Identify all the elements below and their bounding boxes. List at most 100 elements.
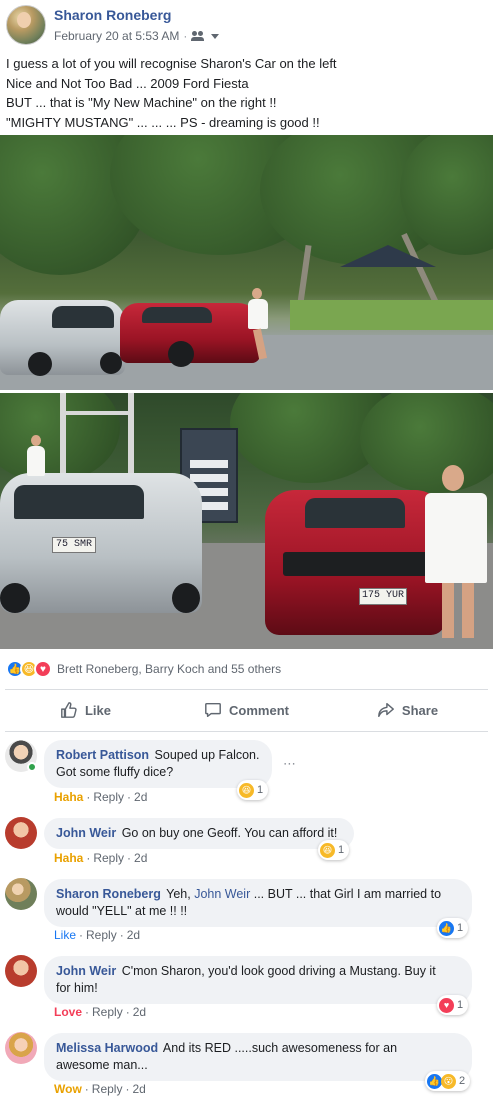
comment-reaction-badge[interactable]: ♥ 1	[437, 995, 469, 1015]
comment-text: Souped up Falcon.	[154, 748, 260, 762]
commenter-avatar[interactable]	[5, 817, 37, 849]
reaction-icons: 👍 😆 ♥	[6, 660, 52, 678]
comment-meta: Haha · Reply · 2d	[54, 790, 148, 804]
comment-time[interactable]: 2d	[127, 928, 140, 942]
mention-link[interactable]: John Weir	[194, 887, 250, 901]
car-window	[142, 307, 212, 323]
my-reaction-button[interactable]: Haha	[54, 790, 83, 804]
comment-reaction-badge[interactable]: 👍 😮 2	[425, 1071, 471, 1091]
commenter-name[interactable]: Sharon Roneberg	[56, 887, 161, 901]
red-mustang: 175 YUR	[265, 490, 445, 635]
my-reaction-button[interactable]: Like	[54, 928, 76, 942]
comment-icon	[205, 702, 221, 718]
reactions-summary-text[interactable]: Brett Roneberg, Barry Koch and 55 others	[57, 662, 281, 676]
commenter-name[interactable]: Robert Pattison	[56, 748, 149, 762]
silver-car	[0, 300, 125, 376]
silver-car: 75 SMR	[0, 473, 202, 613]
action-bar: Like Comment Share	[5, 692, 488, 728]
wow-icon: 😮	[441, 1073, 456, 1089]
person-legs	[442, 583, 454, 638]
reply-button[interactable]: Reply	[93, 851, 124, 865]
comment-text: would "YELL" at me !! !!	[56, 904, 188, 918]
like-icon: 👍	[427, 1073, 442, 1089]
car-wheel	[168, 341, 194, 367]
like-button[interactable]: Like	[5, 692, 166, 728]
reply-button[interactable]: Reply	[92, 1005, 123, 1019]
comment-time[interactable]: 2d	[133, 1005, 146, 1019]
comment-text: Go on buy one Geoff. You can afford it!	[121, 826, 338, 840]
reaction-count: 1	[457, 922, 464, 934]
like-label: Like	[84, 702, 111, 718]
fence-rail	[60, 411, 134, 415]
post-header: Sharon Roneberg February 20 at 5:53 AM ·	[0, 0, 493, 50]
comment-bubble: John Weir Go on buy one Geoff. You can a…	[44, 818, 354, 849]
grass-area	[290, 300, 493, 330]
comment-label: Comment	[229, 702, 289, 718]
car-wheel	[0, 583, 30, 613]
car-window	[14, 485, 144, 519]
comment-time[interactable]: 2d	[132, 1082, 145, 1096]
commenter-name[interactable]: Melissa Harwood	[56, 1041, 158, 1055]
sign-line	[190, 460, 228, 468]
thumbs-up-icon	[61, 702, 77, 718]
reaction-count: 1	[338, 844, 345, 856]
car-wheel	[100, 352, 122, 374]
like-icon: 👍	[439, 920, 454, 936]
reply-button[interactable]: Reply	[92, 1082, 123, 1096]
my-reaction-button[interactable]: Love	[54, 1005, 82, 1019]
post-timestamp[interactable]: February 20 at 5:53 AM	[54, 29, 179, 43]
post-author[interactable]: Sharon Roneberg	[54, 7, 171, 23]
person-head	[31, 435, 41, 446]
comment-reaction-badge[interactable]: 😆 1	[318, 840, 350, 860]
online-indicator-icon	[27, 762, 37, 772]
comment-bubble: Sharon Roneberg Yeh, John Weir ... BUT .…	[44, 879, 472, 927]
reply-button[interactable]: Reply	[93, 790, 124, 804]
reactions-summary[interactable]: 👍 😆 ♥ Brett Roneberg, Barry Koch and 55 …	[6, 659, 281, 679]
comment-time[interactable]: 2d	[134, 790, 147, 804]
share-button[interactable]: Share	[327, 692, 488, 728]
post-photo-2[interactable]: 75 SMR 175 YUR	[0, 393, 493, 649]
haha-icon: 😆	[320, 842, 335, 858]
comment-time[interactable]: 2d	[134, 851, 147, 865]
car-window	[52, 306, 114, 328]
my-reaction-button[interactable]: Wow	[54, 1082, 82, 1096]
commenter-avatar[interactable]	[5, 955, 37, 987]
car-wheel	[172, 583, 200, 613]
comment-text: C'mon Sharon, you'd look good driving a …	[121, 964, 436, 978]
author-avatar[interactable]	[6, 5, 46, 45]
reply-button[interactable]: Reply	[86, 928, 117, 942]
comment-meta: Like · Reply · 2d	[54, 928, 141, 942]
comment-meta: Haha · Reply · 2d	[54, 851, 148, 865]
tree-image	[360, 393, 493, 493]
share-label: Share	[401, 702, 439, 718]
divider	[5, 689, 488, 690]
haha-icon: 😆	[239, 782, 254, 798]
gazebo	[340, 245, 436, 267]
car-window	[305, 498, 405, 528]
comment-bubble: Melissa Harwood And its RED .....such aw…	[44, 1033, 472, 1081]
comment-text: ... BUT ... that Girl I am married to	[253, 887, 442, 901]
person-shirt	[248, 299, 268, 329]
comment-button[interactable]: Comment	[166, 692, 327, 728]
divider	[5, 731, 488, 732]
commenter-name[interactable]: John Weir	[56, 964, 116, 978]
commenter-avatar[interactable]	[5, 1032, 37, 1064]
sign-line	[190, 474, 228, 482]
comment-reaction-badge[interactable]: 👍 1	[437, 918, 469, 938]
comment-meta: Wow · Reply · 2d	[54, 1082, 146, 1096]
chevron-down-icon[interactable]	[211, 33, 220, 39]
reaction-count: 1	[457, 999, 464, 1011]
person-shirt	[27, 446, 45, 476]
comment-text: Got some fluffy dice?	[56, 765, 174, 779]
comment-bubble: John Weir C'mon Sharon, you'd look good …	[44, 956, 472, 1004]
commenter-avatar[interactable]	[5, 878, 37, 910]
person-head	[442, 465, 464, 491]
more-options-icon[interactable]: ⋯	[283, 756, 297, 772]
commenter-name[interactable]: John Weir	[56, 826, 116, 840]
post-text-line: Nice and Not Too Bad ... 2009 Ford Fiest…	[6, 75, 249, 91]
post-photo-1[interactable]	[0, 135, 493, 390]
comment-reaction-badge[interactable]: 😆 1	[237, 780, 269, 800]
friends-icon[interactable]	[191, 31, 205, 41]
my-reaction-button[interactable]: Haha	[54, 851, 83, 865]
comment-meta: Love · Reply · 2d	[54, 1005, 147, 1019]
